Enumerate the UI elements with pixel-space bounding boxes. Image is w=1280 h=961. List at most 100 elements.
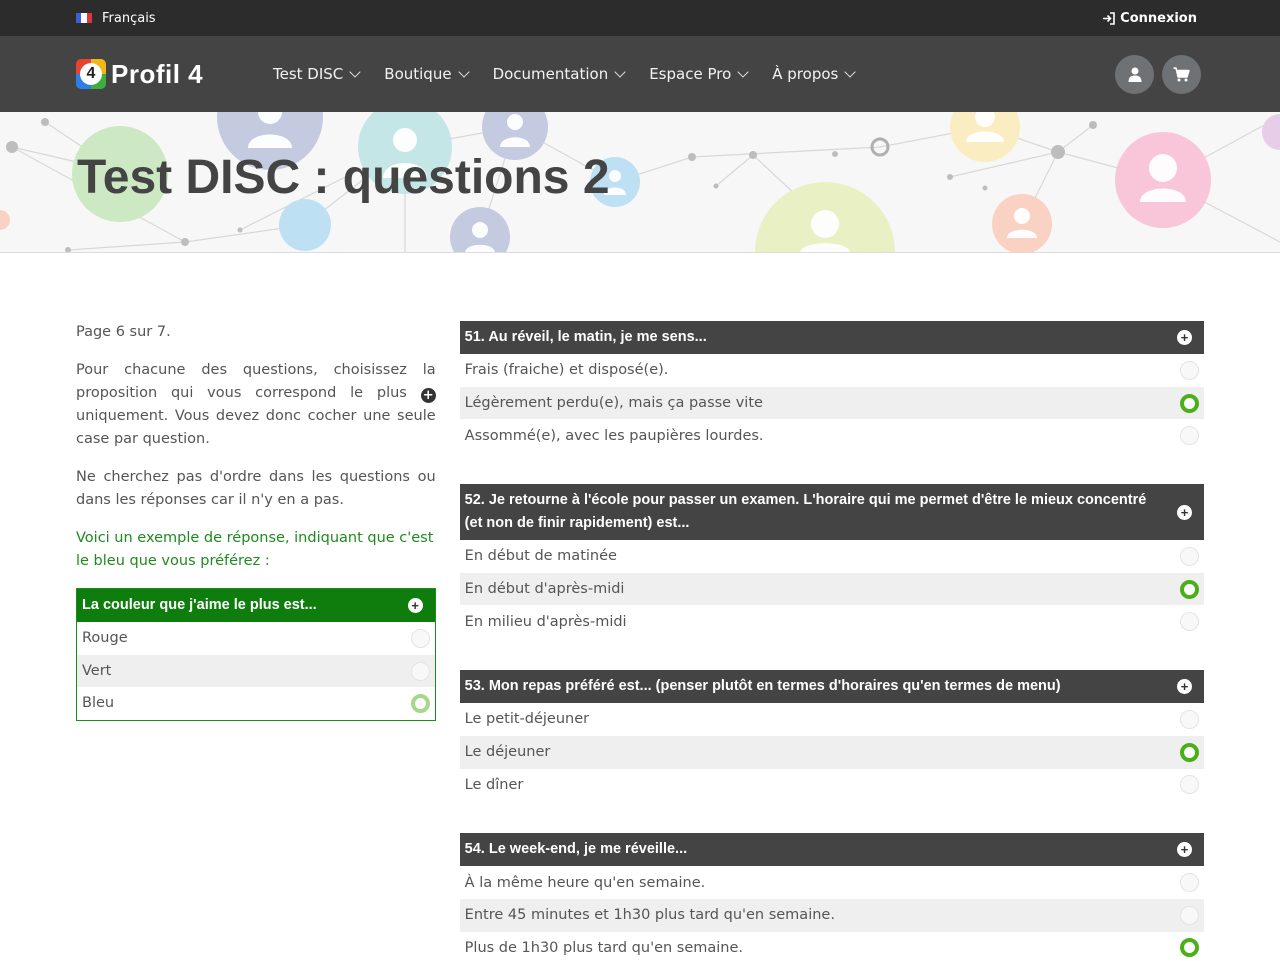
account-button[interactable] — [1115, 54, 1154, 94]
chevron-down-icon — [844, 66, 857, 78]
cart-button[interactable] — [1162, 54, 1201, 94]
question-51: 51. Au réveil, le matin, je me sens... + … — [459, 321, 1204, 453]
option-label: Le petit-déjeuner — [464, 711, 590, 728]
answer-option[interactable]: En milieu d'après-midi — [459, 605, 1204, 639]
question-header: 51. Au réveil, le matin, je me sens... + — [459, 321, 1204, 354]
nav-label: Test DISC — [273, 65, 344, 83]
plus-circle-icon: + — [420, 388, 436, 403]
top-bar: Français Connexion — [0, 0, 1280, 36]
answer-option[interactable]: Légèrement perdu(e), mais ça passe vite — [459, 386, 1204, 420]
option-label: Plus de 1h30 plus tard qu'en semaine. — [464, 939, 744, 956]
page-indicator: Page 6 sur 7. — [76, 324, 171, 340]
chevron-down-icon — [614, 66, 626, 78]
example-question-title: La couleur que j'aime le plus est... — [82, 597, 317, 613]
questions-panel: 51. Au réveil, le matin, je me sens... + … — [459, 321, 1204, 961]
option-list: Frais (fraiche) et disposé(e). Légèremen… — [459, 354, 1204, 453]
instructions-part-1: Pour chacune des questions, choisissez l… — [76, 362, 436, 401]
option-label: Frais (fraiche) et disposé(e). — [464, 362, 669, 379]
nav-actions — [1115, 54, 1201, 94]
user-icon — [1128, 67, 1141, 82]
example-question: La couleur que j'aime le plus est... + R… — [76, 588, 436, 722]
example-options: Rouge Vert Bleu — [77, 622, 435, 721]
option-label: Bleu — [82, 695, 115, 712]
logo-number: 4 — [80, 63, 102, 85]
radio-button-selected[interactable] — [410, 694, 430, 714]
option-label: À la même heure qu'en semaine. — [464, 874, 706, 891]
option-list: À la même heure qu'en semaine. Entre 45 … — [459, 866, 1204, 961]
option-label: Vert — [82, 662, 112, 679]
answer-option[interactable]: Assommé(e), avec les paupières lourdes. — [459, 419, 1204, 453]
nav-label: Documentation — [492, 65, 609, 83]
language-label: Français — [102, 10, 156, 26]
example-question-header: La couleur que j'aime le plus est... + — [77, 589, 435, 622]
radio-button[interactable] — [410, 661, 430, 681]
plus-circle-icon[interactable]: + — [1177, 504, 1192, 520]
login-link[interactable]: Connexion — [1102, 11, 1197, 26]
answer-option[interactable]: En début d'après-midi — [459, 572, 1204, 606]
sign-in-icon — [1103, 11, 1115, 25]
radio-button[interactable] — [1180, 546, 1199, 566]
answer-option[interactable]: Le dîner — [459, 768, 1204, 802]
option-label: Assommé(e), avec les paupières lourdes. — [464, 427, 764, 444]
question-header: 54. Le week-end, je me réveille... + — [459, 833, 1204, 867]
answer-option[interactable]: À la même heure qu'en semaine. — [459, 866, 1204, 899]
radio-button[interactable] — [1180, 612, 1199, 632]
french-flag-icon — [76, 13, 92, 23]
radio-button[interactable] — [1180, 905, 1199, 925]
answer-option[interactable]: Entre 45 minutes et 1h30 plus tard qu'en… — [459, 898, 1204, 932]
option-list: En début de matinée En début d'après-mid… — [459, 540, 1204, 639]
login-label: Connexion — [1120, 10, 1197, 26]
example-option[interactable]: Rouge — [77, 622, 435, 655]
nav-documentation[interactable]: Documentation — [492, 65, 626, 83]
radio-button-selected[interactable] — [1180, 393, 1199, 413]
example-intro: Voici un exemple de réponse, indiquant q… — [76, 530, 434, 569]
question-title: 51. Au réveil, le matin, je me sens... — [464, 329, 707, 345]
page-title: Test DISC : questions 2 — [77, 151, 610, 204]
radio-button-selected[interactable] — [1180, 742, 1199, 762]
radio-button[interactable] — [1180, 775, 1199, 795]
plus-circle-icon[interactable]: + — [407, 598, 423, 613]
answer-option[interactable]: Plus de 1h30 plus tard qu'en semaine. — [459, 931, 1204, 961]
nav-a-propos[interactable]: À propos — [772, 65, 857, 83]
option-label: En milieu d'après-midi — [464, 613, 627, 630]
nav-label: Espace Pro — [649, 65, 732, 83]
plus-circle-icon[interactable]: + — [1177, 842, 1192, 858]
example-option[interactable]: Bleu — [77, 687, 435, 721]
answer-option[interactable]: Le déjeuner — [459, 735, 1204, 769]
chevron-down-icon — [349, 66, 361, 78]
answer-option[interactable]: Frais (fraiche) et disposé(e). — [459, 354, 1204, 387]
radio-button[interactable] — [410, 628, 430, 648]
nav-menu: Test DISC Boutique Documentation Espace … — [273, 65, 1115, 83]
radio-button-selected[interactable] — [1180, 579, 1199, 599]
answer-option[interactable]: Le petit-déjeuner — [459, 703, 1204, 736]
question-54: 54. Le week-end, je me réveille... + À la… — [459, 833, 1204, 961]
question-title: 52. Je retourne à l'école pour passer un… — [464, 492, 1147, 532]
option-label: Le dîner — [464, 776, 524, 793]
option-label: Entre 45 minutes et 1h30 plus tard qu'en… — [464, 907, 835, 924]
question-header: 53. Mon repas préféré est... (penser plu… — [459, 670, 1204, 704]
chevron-down-icon — [457, 66, 470, 78]
question-title: 54. Le week-end, je me réveille... — [464, 841, 688, 858]
instructions-part-2: uniquement. Vous devez donc cocher une s… — [76, 408, 436, 447]
nav-boutique[interactable]: Boutique — [384, 65, 470, 83]
main-navbar: 4 Profil 4 Test DISC Boutique Documentat… — [0, 36, 1280, 112]
brand-logo[interactable]: 4 Profil 4 — [76, 59, 273, 90]
plus-circle-icon[interactable]: + — [1177, 679, 1192, 695]
radio-button-selected[interactable] — [1180, 938, 1199, 958]
main-content: Page 6 sur 7. Pour chacune des questions… — [0, 253, 1280, 961]
example-option[interactable]: Vert — [77, 654, 435, 688]
radio-button[interactable] — [1180, 709, 1199, 729]
radio-button[interactable] — [1180, 873, 1199, 893]
nav-test-disc[interactable]: Test DISC — [273, 65, 361, 83]
order-note: Ne cherchez pas d'ordre dans les questio… — [76, 469, 436, 508]
radio-button[interactable] — [1180, 360, 1199, 380]
radio-button[interactable] — [1180, 426, 1199, 446]
nav-espace-pro[interactable]: Espace Pro — [649, 65, 749, 83]
chevron-down-icon — [737, 66, 749, 78]
plus-circle-icon[interactable]: + — [1177, 330, 1192, 345]
brand-name: Profil 4 — [111, 58, 204, 89]
option-label: Légèrement perdu(e), mais ça passe vite — [464, 395, 763, 412]
language-selector[interactable]: Français — [76, 11, 156, 26]
answer-option[interactable]: En début de matinée — [459, 540, 1204, 573]
option-label: Le déjeuner — [464, 744, 551, 761]
